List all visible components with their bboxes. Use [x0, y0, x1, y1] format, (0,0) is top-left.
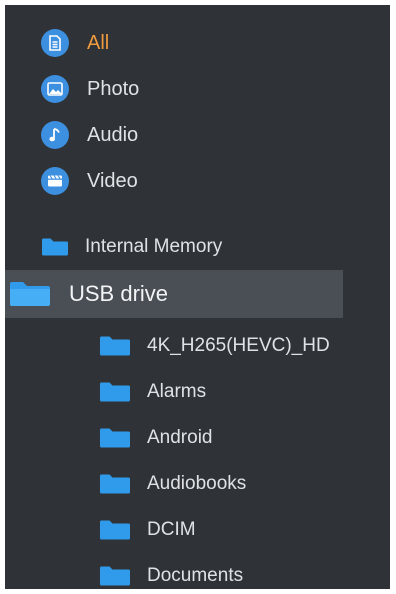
- folder-item[interactable]: Documents: [99, 559, 243, 589]
- folder-icon: [9, 280, 51, 308]
- storage-usb-drive[interactable]: USB drive: [5, 270, 343, 318]
- category-audio[interactable]: Audio: [41, 118, 138, 152]
- folder-label: 4K_H265(HEVC)_HD: [147, 335, 330, 356]
- category-photo[interactable]: Photo: [41, 72, 139, 106]
- document-icon: [41, 29, 69, 57]
- category-all[interactable]: All: [41, 26, 109, 60]
- category-label: Photo: [87, 77, 140, 100]
- folder-label: DCIM: [147, 519, 196, 540]
- music-note-icon: [41, 121, 69, 149]
- folder-item[interactable]: 4K_H265(HEVC)_HD: [99, 329, 330, 363]
- folder-label: Android: [147, 427, 213, 448]
- category-label: Video: [87, 169, 138, 192]
- category-label: All: [87, 31, 110, 54]
- image-icon: [41, 75, 69, 103]
- folder-icon: [99, 565, 131, 587]
- storage-label: USB drive: [69, 281, 169, 306]
- folder-label: Documents: [147, 565, 244, 586]
- folder-icon: [99, 335, 131, 357]
- folder-icon: [99, 381, 131, 403]
- folder-label: Audiobooks: [147, 473, 247, 494]
- category-video[interactable]: Video: [41, 164, 138, 198]
- file-browser-panel: All Photo Audio Video Internal Memory US…: [5, 5, 390, 589]
- storage-label: Internal Memory: [85, 236, 223, 257]
- folder-icon: [99, 427, 131, 449]
- video-icon: [41, 167, 69, 195]
- folder-item[interactable]: Android: [99, 421, 213, 455]
- folder-icon: [41, 237, 69, 257]
- storage-internal-memory[interactable]: Internal Memory: [41, 231, 222, 263]
- folder-label: Alarms: [147, 381, 207, 402]
- folder-item[interactable]: Alarms: [99, 375, 206, 409]
- folder-item[interactable]: Audiobooks: [99, 467, 246, 501]
- folder-item[interactable]: DCIM: [99, 513, 196, 547]
- category-label: Audio: [87, 123, 139, 146]
- folder-icon: [99, 519, 131, 541]
- folder-icon: [99, 473, 131, 495]
